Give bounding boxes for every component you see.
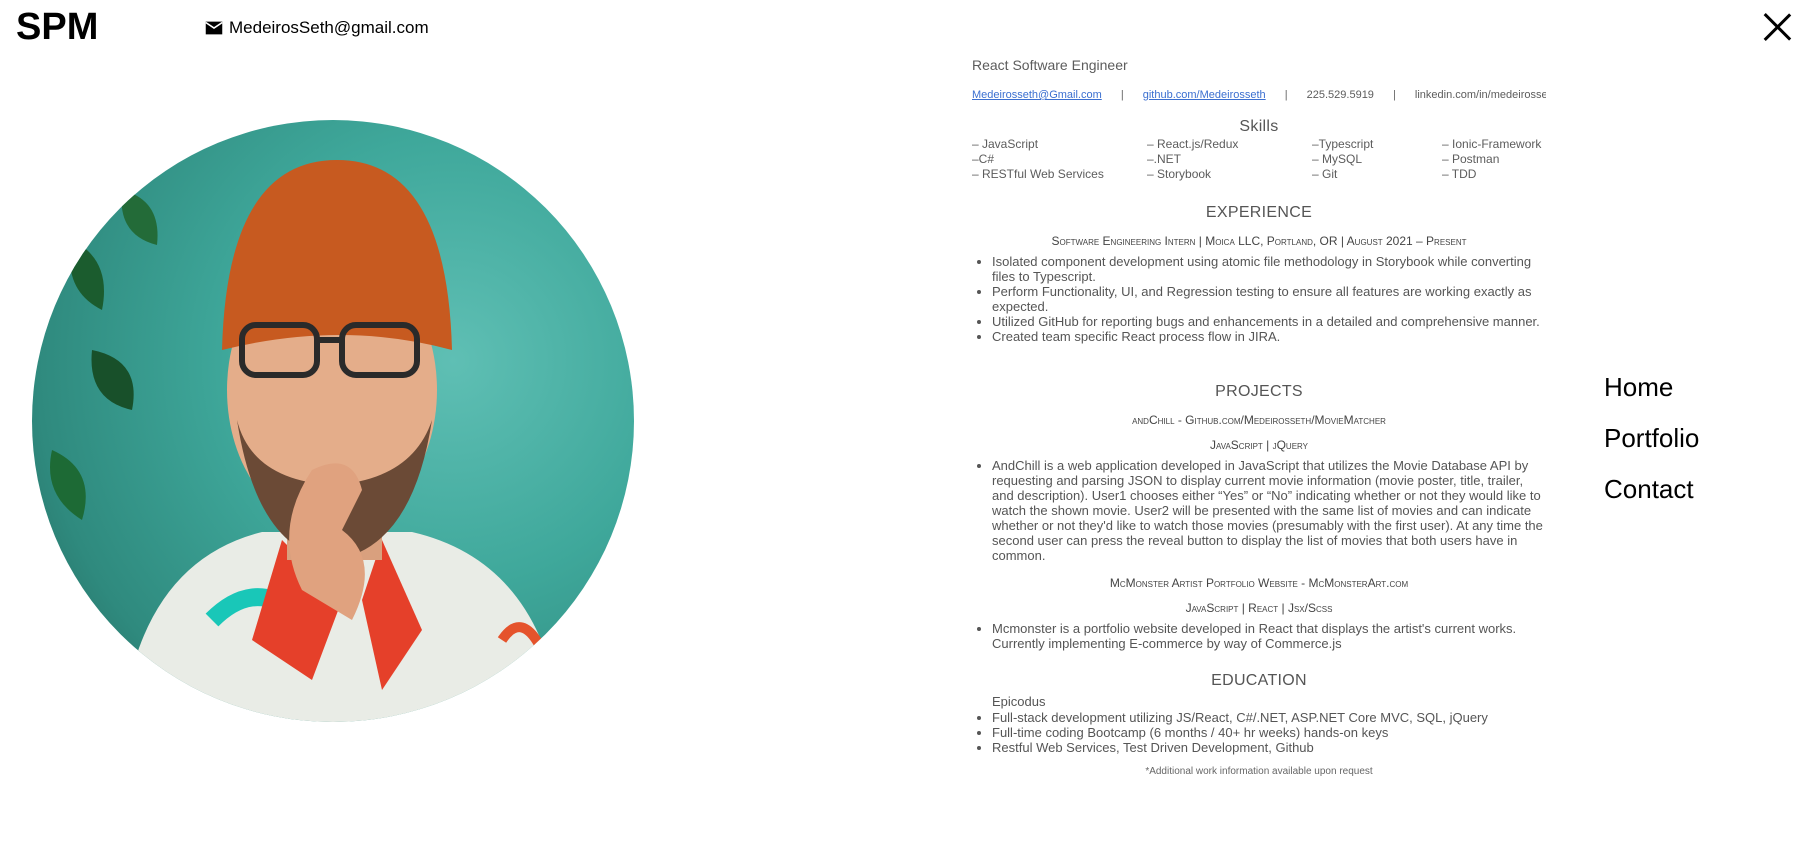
project-tech: JavaScript | jQuery <box>1209 438 1309 452</box>
experience-bullet: Perform Functionality, UI, and Regressio… <box>992 284 1546 314</box>
resume-contact-line: Medeirosseth@Gmail.com | github.com/Mede… <box>972 89 1546 101</box>
project-bullets: AndChill is a web application developed … <box>972 458 1546 563</box>
separator: | <box>1284 89 1288 101</box>
skill-item: – MySQL <box>1312 152 1363 166</box>
project-bullets: Mcmonster is a portfolio website develop… <box>972 621 1546 651</box>
resume-github-link[interactable]: github.com/Medeirosseth <box>1143 89 1266 101</box>
skill-item: – TDD <box>1442 167 1477 181</box>
resume-phone: 225.529.5919 <box>1306 89 1374 101</box>
skill-item: – Postman <box>1442 152 1500 166</box>
site-logo[interactable]: SPM <box>16 6 98 49</box>
skill-item: – Storybook <box>1147 167 1212 181</box>
close-icon[interactable] <box>1763 12 1793 42</box>
education-school: Epicodus <box>992 694 1046 709</box>
separator: | <box>1120 89 1124 101</box>
resume-linkedin: linkedin.com/in/medeirosseth <box>1414 89 1546 101</box>
mail-icon <box>205 21 223 35</box>
projects-heading: PROJECTS <box>1215 383 1303 400</box>
profile-photo <box>32 120 634 722</box>
education-heading: EDUCATION <box>1211 672 1307 689</box>
resume-document: React Software Engineer Medeirosseth@Gma… <box>972 52 1546 792</box>
portrait-illustration <box>50 160 562 722</box>
education-bullet: Full-time coding Bootcamp (6 months / 40… <box>992 725 1546 740</box>
education-bullet: Full-stack development utilizing JS/Reac… <box>992 710 1546 725</box>
resume-email-link[interactable]: Medeirosseth@Gmail.com <box>972 89 1102 101</box>
experience-bullet: Created team specific React process flow… <box>992 329 1546 344</box>
skill-item: –.NET <box>1147 152 1182 166</box>
resume-role: React Software Engineer <box>972 57 1128 73</box>
skill-item: – JavaScript <box>972 137 1039 151</box>
email-text: MedeirosSeth@gmail.com <box>229 18 429 37</box>
separator: | <box>1393 89 1396 101</box>
skill-item: – React.js/Redux <box>1147 137 1239 151</box>
education-bullets: Full-stack development utilizing JS/Reac… <box>972 710 1546 755</box>
project-title: andChill - Github.com/Medeirosseth/Movie… <box>1132 413 1386 427</box>
education-bullet: Restful Web Services, Test Driven Develo… <box>992 740 1546 755</box>
experience-bullet: Utilized GitHub for reporting bugs and e… <box>992 314 1546 329</box>
skill-item: –C# <box>972 152 995 166</box>
experience-bullet: Isolated component development using ato… <box>992 254 1546 284</box>
skill-row: – JavaScript – React.js/Redux –Typescrip… <box>972 137 1546 152</box>
experience-job-title: Software Engineering Intern | Moica LLC,… <box>1051 234 1467 248</box>
experience-heading: EXPERIENCE <box>1205 204 1313 221</box>
skill-item: – Git <box>1312 167 1338 181</box>
nav-portfolio[interactable]: Portfolio <box>1604 423 1699 454</box>
skill-item: – RESTful Web Services <box>972 167 1104 181</box>
skill-item: – Ionic-Framework <box>1442 137 1542 151</box>
skills-heading: Skills <box>1239 118 1279 135</box>
skills-grid: – JavaScript – React.js/Redux –Typescrip… <box>972 137 1546 182</box>
resume-footnote: *Additional work information available u… <box>1145 766 1373 777</box>
nav-contact[interactable]: Contact <box>1604 474 1699 505</box>
project-bullet: AndChill is a web application developed … <box>992 458 1546 563</box>
project-bullet: Mcmonster is a portfolio website develop… <box>992 621 1546 651</box>
skill-row: – RESTful Web Services – Storybook – Git… <box>972 167 1546 182</box>
experience-bullets: Isolated component development using ato… <box>972 254 1546 344</box>
project-tech: JavaScript | React | Jsx/Scss <box>1185 601 1333 615</box>
project-title: McMonster Artist Portfolio Website - McM… <box>1109 576 1409 590</box>
main-nav: Home Portfolio Contact <box>1604 372 1699 525</box>
skill-item: –Typescript <box>1312 137 1374 151</box>
email-link[interactable]: MedeirosSeth@gmail.com <box>203 17 429 39</box>
nav-home[interactable]: Home <box>1604 372 1699 403</box>
skill-row: –C# –.NET – MySQL – Postman <box>972 152 1546 167</box>
